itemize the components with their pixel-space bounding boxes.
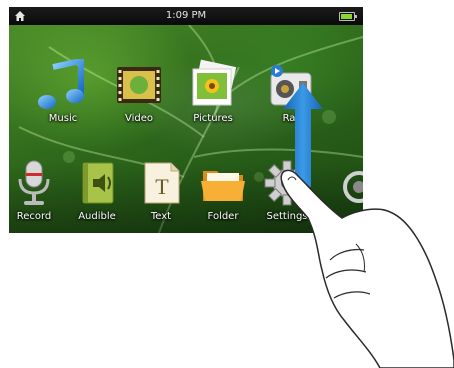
- text-document-icon: T: [135, 157, 187, 209]
- svg-text:T: T: [155, 174, 169, 199]
- app-audible[interactable]: Audible: [61, 157, 133, 222]
- music-note-icon: [37, 57, 89, 111]
- app-label: Pictures: [193, 113, 233, 124]
- app-folder[interactable]: Folder: [187, 157, 259, 222]
- photo-icon: [187, 59, 239, 111]
- app-label: Video: [124, 113, 154, 124]
- app-label: Music: [48, 113, 78, 124]
- folder-icon: [197, 157, 249, 209]
- film-strip-icon: [113, 59, 165, 111]
- audible-book-icon: [71, 157, 123, 209]
- app-label: Folder: [207, 211, 239, 222]
- status-time: 1:09 PM: [165, 10, 207, 21]
- battery-icon: [339, 12, 357, 21]
- app-music[interactable]: Music: [27, 57, 99, 124]
- status-bar: 1:09 PM: [9, 7, 363, 25]
- app-video[interactable]: Video: [103, 59, 175, 124]
- microphone-icon: [9, 157, 60, 209]
- finger-hand-icon: [280, 169, 454, 368]
- app-pictures[interactable]: Pictures: [177, 59, 249, 124]
- app-label: Audible: [78, 211, 116, 222]
